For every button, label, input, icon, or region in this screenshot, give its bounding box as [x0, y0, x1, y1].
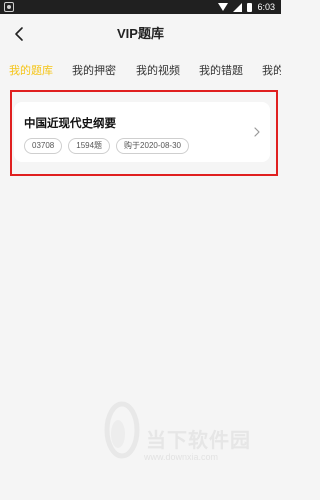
question-count-tag: 1594题 [68, 138, 111, 154]
course-title: 中国近现代史纲要 [24, 118, 116, 130]
watermark-url: www.downxia.com [144, 452, 219, 462]
tab-my-secret-papers[interactable]: 我的押密 [72, 56, 116, 86]
status-icons: 6:03 [218, 1, 275, 13]
watermark: 当下软件园 www.downxia.com [96, 400, 281, 500]
tab-my-videos[interactable]: 我的视频 [136, 56, 180, 86]
tab-my-wrong-questions[interactable]: 我的错题 [199, 56, 243, 86]
battery-icon [247, 2, 253, 12]
course-card[interactable]: 中国近现代史纲要 03708 1594题 购于2020-08-30 [14, 102, 270, 162]
status-bar: 6:03 [0, 0, 281, 14]
wifi-icon [218, 3, 229, 11]
tab-my-question-bank[interactable]: 我的题库 [9, 56, 53, 86]
notification-icon [4, 2, 14, 12]
status-time: 6:03 [257, 2, 275, 12]
watermark-logo-icon [104, 401, 140, 459]
chevron-right-icon [254, 127, 260, 137]
signal-icon [233, 2, 243, 12]
back-button[interactable] [10, 24, 30, 44]
back-arrow-icon [15, 27, 23, 41]
course-code-tag: 03708 [24, 138, 63, 154]
page-title: VIP题库 [117, 26, 164, 41]
watermark-text: 当下软件园 [146, 430, 251, 452]
tab-bar: 我的题库 我的押密 我的视频 我的错题 我的 [0, 56, 281, 86]
tab-my-more[interactable]: 我的 [262, 56, 281, 86]
purchase-date-tag: 购于2020-08-30 [116, 138, 189, 154]
course-tags: 03708 1594题 购于2020-08-30 [24, 138, 189, 154]
app-header: VIP题库 [0, 14, 281, 54]
